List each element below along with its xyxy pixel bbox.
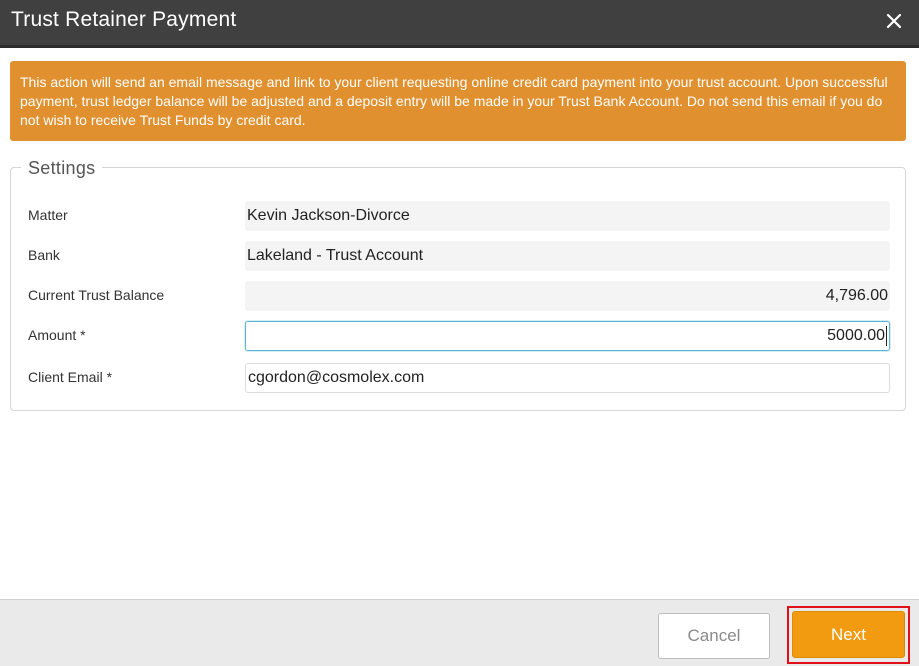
cancel-button[interactable]: Cancel: [658, 613, 770, 659]
bank-label: Bank: [28, 247, 60, 263]
amount-value: 5000.00: [827, 327, 885, 344]
matter-label: Matter: [28, 207, 68, 223]
current-trust-balance-label: Current Trust Balance: [28, 287, 165, 303]
amount-label: Amount *: [28, 327, 86, 343]
current-trust-balance-field: 4,796.00: [245, 281, 890, 311]
amount-input[interactable]: 5000.00: [245, 321, 890, 351]
close-icon[interactable]: [883, 10, 905, 32]
dialog-titlebar: Trust Retainer Payment: [0, 0, 919, 48]
payment-warning-banner: This action will send an email message a…: [10, 61, 906, 141]
dialog-title: Trust Retainer Payment: [11, 8, 237, 31]
settings-legend: Settings: [21, 158, 103, 179]
text-caret: [886, 325, 887, 346]
trust-retainer-payment-dialog: Trust Retainer Payment This action will …: [0, 0, 919, 666]
bank-field: Lakeland - Trust Account: [245, 241, 890, 271]
client-email-input[interactable]: cgordon@cosmolex.com: [245, 363, 890, 393]
matter-field: Kevin Jackson-Divorce: [245, 201, 890, 231]
next-button[interactable]: Next: [792, 611, 905, 658]
dialog-footer: Cancel: [0, 599, 919, 666]
settings-fieldset: Settings Matter Kevin Jackson-Divorce Ba…: [10, 158, 906, 411]
client-email-label: Client Email *: [28, 369, 113, 385]
